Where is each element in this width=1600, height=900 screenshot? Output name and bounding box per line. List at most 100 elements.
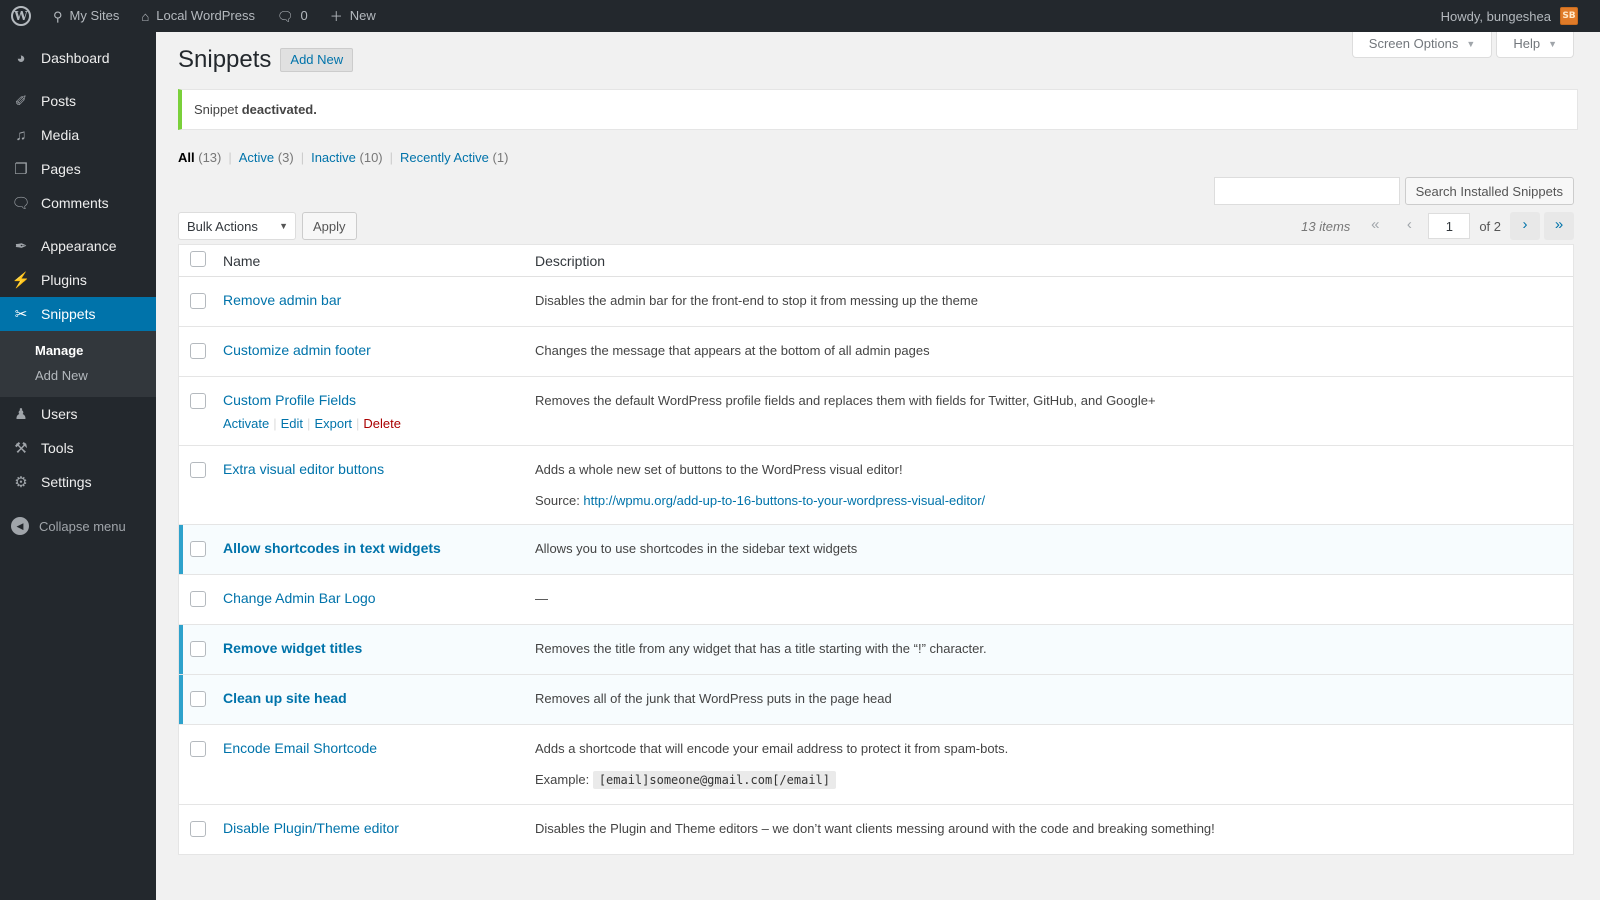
row-checkbox[interactable] [190, 393, 206, 409]
sidebar-item-plugins-label: Plugins [41, 272, 87, 288]
snippet-description-cell: Removes all of the junk that WordPress p… [535, 689, 1573, 708]
row-checkbox-cell[interactable] [179, 589, 223, 610]
column-header-description[interactable]: Description [535, 253, 1573, 269]
row-checkbox[interactable] [190, 591, 206, 607]
add-new-button[interactable]: Add New [280, 48, 353, 72]
sidebar-item-dashboard[interactable]: ◕ Dashboard [0, 41, 156, 75]
snippet-description-cell: Allows you to use shortcodes in the side… [535, 539, 1573, 558]
admin-bar-item-site-name[interactable]: ⌂ Local WordPress [130, 0, 266, 32]
row-checkbox-cell[interactable] [179, 391, 223, 412]
screen-meta-links: Screen Options ▼ Help ▼ [1348, 32, 1574, 58]
snippet-name-cell: Allow shortcodes in text widgets [223, 539, 535, 557]
content-area: Screen Options ▼ Help ▼ Snippets Add New… [156, 32, 1600, 900]
row-checkbox[interactable] [190, 821, 206, 837]
filter-count-all: (13) [198, 150, 221, 165]
admin-bar-item-my-sites[interactable]: ⚲ My Sites [42, 0, 130, 32]
admin-bar-account[interactable]: Howdy, bungeshea SB [1441, 7, 1600, 25]
admin-bar-item-comments[interactable]: 🗨 0 [266, 0, 319, 32]
sidebar-item-tools-label: Tools [41, 440, 74, 456]
sidebar-item-settings[interactable]: ⚙ Settings [0, 465, 156, 499]
table-row: Extra visual editor buttonsAdds a whole … [179, 446, 1573, 525]
snippet-name-link[interactable]: Remove admin bar [223, 292, 341, 308]
home-icon: ⌂ [141, 10, 149, 23]
row-action-delete[interactable]: Delete [363, 416, 401, 431]
row-checkbox[interactable] [190, 741, 206, 757]
sidebar-item-media[interactable]: ♫ Media [0, 118, 156, 152]
snippet-name-link[interactable]: Clean up site head [223, 690, 347, 706]
snippet-name-link[interactable]: Customize admin footer [223, 342, 371, 358]
search-submit-button[interactable]: Search Installed Snippets [1405, 177, 1574, 205]
filter-separator: | [301, 150, 304, 165]
row-action-export[interactable]: Export [314, 416, 352, 431]
media-icon: ♫ [11, 127, 31, 144]
select-all-checkbox[interactable] [190, 251, 206, 267]
row-checkbox-cell[interactable] [179, 291, 223, 312]
bulk-actions-select[interactable]: Bulk Actions ▼ [178, 212, 296, 240]
snippet-name-cell: Remove admin bar [223, 291, 535, 309]
apply-button[interactable]: Apply [302, 212, 357, 240]
snippet-name-link[interactable]: Encode Email Shortcode [223, 740, 377, 756]
current-page-input[interactable] [1428, 213, 1470, 239]
sidebar-item-snippets[interactable]: ✂ Snippets [0, 297, 156, 331]
row-checkbox-cell[interactable] [179, 819, 223, 840]
last-page-button[interactable]: » [1544, 212, 1574, 240]
row-checkbox-cell[interactable] [179, 539, 223, 560]
row-checkbox[interactable] [190, 293, 206, 309]
table-row: Custom Profile FieldsActivate|Edit|Expor… [179, 377, 1573, 446]
select-all-checkbox-cell[interactable] [179, 251, 223, 270]
user-icon: ♟ [11, 405, 31, 423]
snippet-name-link[interactable]: Extra visual editor buttons [223, 461, 384, 477]
filter-link-recently-active[interactable]: Recently Active [400, 150, 489, 165]
sidebar-item-media-label: Media [41, 127, 79, 143]
row-action-activate[interactable]: Activate [223, 416, 269, 431]
sidebar-item-appearance[interactable]: ✒ Appearance [0, 229, 156, 263]
sidebar-item-pages[interactable]: ❐ Pages [0, 152, 156, 186]
row-checkbox-cell[interactable] [179, 639, 223, 660]
row-checkbox[interactable] [190, 641, 206, 657]
wordpress-logo-button[interactable] [0, 0, 42, 32]
row-checkbox-cell[interactable] [179, 739, 223, 760]
row-checkbox-cell[interactable] [179, 460, 223, 481]
filter-link-all[interactable]: All [178, 150, 195, 165]
row-checkbox-cell[interactable] [179, 341, 223, 362]
admin-bar-comments-count: 0 [301, 0, 308, 32]
pagination: 13 items « ‹ of 2 › » [1301, 212, 1574, 240]
row-checkbox[interactable] [190, 541, 206, 557]
comment-bubble-icon: 🗨 [277, 10, 294, 23]
search-input[interactable] [1214, 177, 1400, 205]
help-button[interactable]: Help ▼ [1496, 32, 1574, 58]
plug-icon: ⚡ [11, 271, 31, 289]
sidebar-item-tools[interactable]: ⚒ Tools [0, 431, 156, 465]
snippet-name-link[interactable]: Disable Plugin/Theme editor [223, 820, 399, 836]
filter-link-inactive[interactable]: Inactive [311, 150, 356, 165]
snippet-name-link[interactable]: Custom Profile Fields [223, 392, 356, 408]
sidebar-subitem-add-new[interactable]: Add New [0, 363, 156, 388]
snippet-description-text: Allows you to use shortcodes in the side… [535, 539, 1573, 558]
row-action-edit[interactable]: Edit [281, 416, 303, 431]
sidebar-item-plugins[interactable]: ⚡ Plugins [0, 263, 156, 297]
next-page-button[interactable]: › [1510, 212, 1540, 240]
admin-bar-item-new[interactable]: ＋ New [319, 0, 387, 32]
table-row: Remove widget titlesRemoves the title fr… [179, 625, 1573, 675]
snippet-name-cell: Encode Email Shortcode [223, 739, 535, 757]
row-checkbox-cell[interactable] [179, 689, 223, 710]
sidebar-item-posts[interactable]: ✐ Posts [0, 84, 156, 118]
sidebar-divider-2 [0, 220, 156, 229]
snippet-name-link[interactable]: Remove widget titles [223, 640, 362, 656]
sidebar-item-comments[interactable]: 🗨 Comments [0, 186, 156, 220]
sidebar-item-users[interactable]: ♟ Users [0, 397, 156, 431]
row-checkbox[interactable] [190, 462, 206, 478]
source-link[interactable]: http://wpmu.org/add-up-to-16-buttons-to-… [583, 493, 985, 508]
table-nav-top: Bulk Actions ▼ Apply 13 items « ‹ of 2 ›… [178, 212, 1574, 244]
screen-options-button[interactable]: Screen Options ▼ [1352, 32, 1493, 58]
filter-link-active[interactable]: Active [239, 150, 274, 165]
sidebar-subitem-manage[interactable]: Manage [0, 338, 156, 363]
admin-bar: ⚲ My Sites ⌂ Local WordPress 🗨 0 ＋ New H… [0, 0, 1600, 32]
collapse-menu-button[interactable]: ◀ Collapse menu [0, 509, 156, 543]
row-checkbox[interactable] [190, 691, 206, 707]
snippet-name-link[interactable]: Allow shortcodes in text widgets [223, 540, 441, 556]
page-title: Snippets [178, 45, 271, 75]
snippet-name-link[interactable]: Change Admin Bar Logo [223, 590, 376, 606]
column-header-name[interactable]: Name [223, 253, 535, 269]
row-checkbox[interactable] [190, 343, 206, 359]
